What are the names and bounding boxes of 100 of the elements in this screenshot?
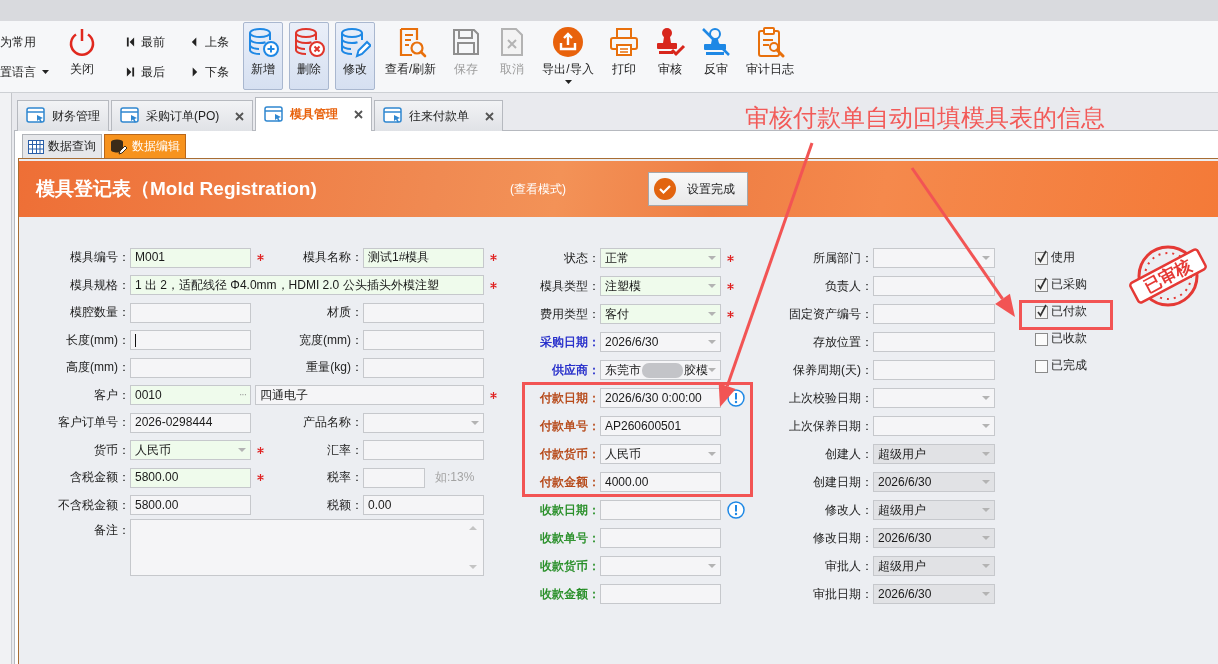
dropdown-field[interactable]: 人民币 <box>600 444 721 464</box>
field-label: 产品名称： <box>302 415 363 431</box>
text-field[interactable]: 4000.00 <box>600 472 721 492</box>
toolbar-button[interactable]: 修改 <box>335 22 375 90</box>
exclamation-circle-icon <box>727 501 745 519</box>
checkbox-label: 已完成 <box>1051 358 1087 373</box>
dropdown-field[interactable]: 超级用户 <box>873 500 995 520</box>
text-field[interactable] <box>130 357 251 378</box>
toolbar-button[interactable]: 查看/刷新 <box>381 22 441 90</box>
dropdown-field[interactable] <box>873 416 995 436</box>
text-field[interactable]: M001 <box>130 247 251 268</box>
dropdown-arrow-icon <box>708 256 716 260</box>
dropdown-field[interactable]: 2026/6/30 <box>600 332 721 352</box>
text-field[interactable]: AP260600501 <box>600 416 721 436</box>
toolbar-button[interactable]: 最前 <box>126 35 165 49</box>
dropdown-field[interactable]: 超级用户 <box>873 444 995 464</box>
dropdown-field[interactable] <box>600 556 721 576</box>
asterisk-icon <box>257 254 264 262</box>
checkbox-label: 使用 <box>1051 250 1075 265</box>
toolbar-button[interactable]: 反审 <box>695 22 736 90</box>
field-label: 汇率： <box>326 442 363 458</box>
text-field[interactable]: 5800.00 <box>130 467 251 488</box>
tab[interactable]: 财务管理 <box>17 100 109 131</box>
text-field[interactable]: 5800.00 <box>130 495 251 516</box>
table-grid-icon <box>28 139 44 154</box>
toolbar-button[interactable]: 审计日志 <box>741 22 798 90</box>
dropdown-arrow-icon <box>982 424 990 428</box>
dropdown-field[interactable]: 2026/6/30 <box>873 472 995 492</box>
text-field[interactable] <box>363 357 484 378</box>
dropdown-field[interactable] <box>873 388 995 408</box>
text-field[interactable]: 0.00 <box>363 495 484 516</box>
text-field[interactable]: 测试1#模具 <box>363 247 484 268</box>
text-field[interactable] <box>130 330 251 351</box>
toolbar-button[interactable]: 打印 <box>603 22 644 90</box>
checkbox[interactable] <box>1035 304 1048 319</box>
text-field[interactable]: 四通电子 <box>255 385 484 406</box>
tab[interactable]: 往来付款单 <box>374 100 504 131</box>
tab[interactable]: 采购订单(PO) <box>111 100 254 131</box>
checkbox[interactable] <box>1035 277 1048 292</box>
text-field[interactable]: 1 出 2，适配线径 Φ4.0mm，HDMI 2.0 公头插头外模注塑 <box>130 275 484 296</box>
checkbox[interactable] <box>1035 358 1048 373</box>
dropdown-field[interactable]: 超级用户 <box>873 556 995 576</box>
text-area[interactable] <box>130 519 484 576</box>
checkbox[interactable] <box>1035 331 1048 346</box>
toolbar-button[interactable]: 审核 <box>649 22 690 90</box>
field-label: 审批日期： <box>812 586 873 602</box>
toolbar-button[interactable]: 关闭 <box>62 22 102 90</box>
toolbar-button[interactable]: 置语言 <box>0 65 62 79</box>
blurred-block <box>642 362 683 378</box>
close-icon[interactable] <box>235 111 245 121</box>
field-label: 客户订单号： <box>57 415 130 431</box>
toolbar-button[interactable]: 导出/导入 <box>538 22 598 90</box>
set-complete-button[interactable]: 设置完成 <box>648 172 748 206</box>
field-label: 审批人： <box>824 558 873 574</box>
text-field[interactable] <box>600 528 721 548</box>
lookup-field[interactable]: 0010 ··· <box>130 385 251 406</box>
field-label: 备注： <box>93 522 130 538</box>
close-icon[interactable] <box>485 111 495 121</box>
field-label: 收款货币： <box>539 558 600 574</box>
field-label: 付款日期： <box>539 390 600 406</box>
dropdown-field[interactable] <box>873 248 995 268</box>
dropdown-field[interactable]: 客付 <box>600 304 721 324</box>
text-field[interactable] <box>363 440 484 461</box>
text-field[interactable] <box>600 500 721 520</box>
field-label: 状态： <box>563 250 600 266</box>
text-field[interactable] <box>873 304 995 324</box>
text-field[interactable]: 2026-0298444 <box>130 412 251 433</box>
dropdown-field[interactable]: 正常 <box>600 248 721 268</box>
text-field[interactable]: 2026/6/30 0:00:00 <box>600 388 721 408</box>
checkbox-label: 已收款 <box>1051 331 1087 346</box>
close-icon[interactable] <box>354 110 364 119</box>
dropdown-field[interactable]: 注塑模 <box>600 276 721 296</box>
dropdown-arrow-icon <box>238 448 246 453</box>
dropdown-field[interactable]: 东莞市 胶模 <box>600 360 721 380</box>
toolbar-button[interactable]: 为常用 <box>0 35 62 49</box>
toolbar-button[interactable]: 新增 <box>243 22 283 90</box>
text-field[interactable] <box>363 302 484 323</box>
text-field[interactable] <box>130 302 251 323</box>
asterisk-icon <box>727 310 734 318</box>
text-field[interactable] <box>363 330 484 351</box>
toolbar-button[interactable]: 最后 <box>126 65 165 79</box>
dropdown-arrow-icon <box>982 452 990 456</box>
field-label: 长度(mm)： <box>65 332 130 348</box>
dropdown-field[interactable]: 2026/6/30 <box>873 584 995 604</box>
text-field[interactable] <box>873 332 995 352</box>
checkbox[interactable] <box>1035 250 1048 265</box>
text-field[interactable] <box>363 467 425 488</box>
text-field[interactable] <box>600 584 721 604</box>
dropdown-field[interactable]: 人民币 <box>130 440 251 461</box>
dropdown-field[interactable] <box>363 412 484 433</box>
text-field[interactable] <box>873 276 995 296</box>
field-label: 货币： <box>93 442 130 458</box>
toolbar-button[interactable]: 上条 <box>190 35 229 49</box>
field-label: 费用类型： <box>539 306 600 322</box>
dropdown-field[interactable]: 2026/6/30 <box>873 528 995 548</box>
toolbar-button[interactable]: 下条 <box>190 65 229 79</box>
tab[interactable]: 数据查询 <box>22 134 102 158</box>
field-label: 不含税金额： <box>57 497 130 513</box>
toolbar-button[interactable]: 删除 <box>289 22 329 90</box>
text-field[interactable] <box>873 360 995 380</box>
